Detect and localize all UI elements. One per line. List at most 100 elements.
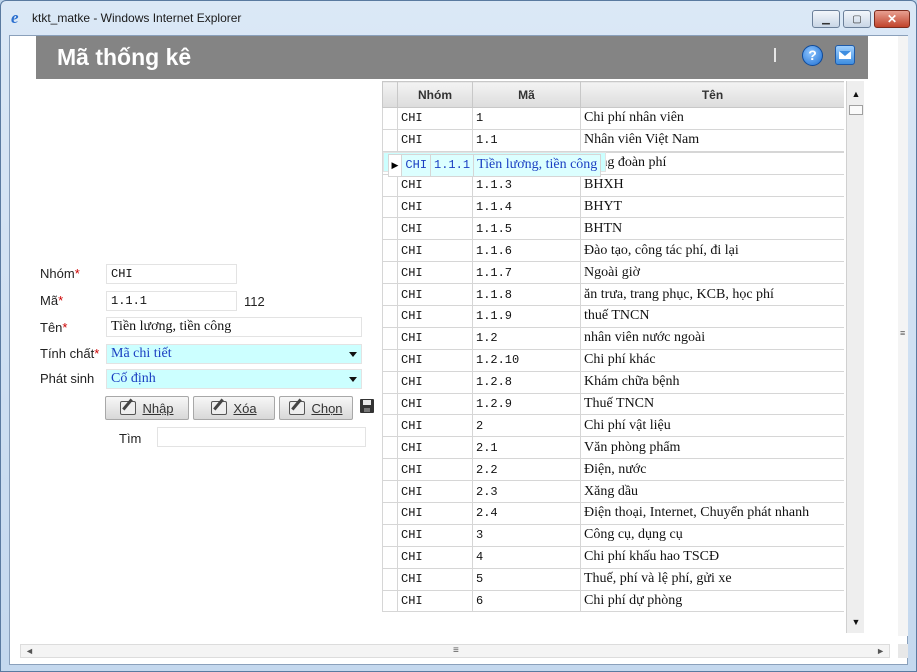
scroll-right-icon[interactable]: ►	[876, 646, 885, 656]
table-row[interactable]: CHI 1.1.7 Ngoài giờ	[382, 261, 844, 285]
nhap-button[interactable]: Nhập	[105, 396, 189, 420]
cell-ten[interactable]: ăn trưa, trang phục, KCB, học phí	[580, 283, 844, 307]
cell-ma[interactable]: 1.1.9	[472, 305, 581, 328]
table-row[interactable]: CHI 1.2.8 Khám chữa bệnh	[382, 370, 844, 394]
table-row[interactable]: CHI 2 Chi phí vật liệu	[382, 414, 844, 438]
cell-nhom[interactable]: CHI	[401, 153, 432, 177]
cell-ma[interactable]: 1.1.1	[430, 153, 475, 177]
table-row[interactable]: CHI 1.1.6 Đào tạo, công tác phí, đi lại	[382, 239, 844, 263]
cell-nhom[interactable]: CHI	[397, 107, 473, 130]
phat-sinh-select[interactable]: Cố định	[106, 369, 362, 389]
cell-nhom[interactable]: CHI	[397, 502, 473, 525]
cell-nhom[interactable]: CHI	[397, 436, 473, 460]
save-icon[interactable]	[360, 399, 374, 413]
cell-nhom[interactable]: CHI	[397, 326, 473, 350]
maximize-button[interactable]: ▢	[843, 10, 871, 28]
cell-ten[interactable]: Tiền lương, tiền công	[473, 153, 602, 177]
cell-ten[interactable]: Ngoài giờ	[580, 261, 844, 285]
cell-ten[interactable]: Xăng dầu	[580, 480, 844, 504]
cell-ma[interactable]: 2.1	[472, 436, 581, 460]
cell-ma[interactable]: 1.2.9	[472, 392, 581, 416]
cell-ten[interactable]: Thuế, phí và lệ phí, gửi xe	[580, 567, 844, 591]
table-row[interactable]: CHI 2.3 Xăng dầu	[382, 480, 844, 504]
table-row[interactable]: CHI 1.2.9 Thuế TNCN	[382, 392, 844, 416]
cell-ten[interactable]: Công cụ, dụng cụ	[580, 523, 844, 547]
tinh-chat-select[interactable]: Mã chi tiết	[106, 344, 362, 364]
cell-ma[interactable]: 1.2	[472, 326, 581, 350]
cell-ten[interactable]: Điện thoại, Internet, Chuyển phát nhanh	[580, 502, 844, 525]
cell-ten[interactable]: Khám chữa bệnh	[580, 370, 844, 394]
ma-field[interactable]: 1.1.1	[106, 291, 237, 311]
column-header-ma[interactable]: Mã	[472, 81, 581, 108]
cell-ma[interactable]: 1.1.3	[472, 173, 581, 197]
cell-ten[interactable]: Thuế TNCN	[580, 392, 844, 416]
table-row[interactable]: CHI 2.1 Văn phòng phẩm	[382, 436, 844, 460]
cell-ten[interactable]: thuế TNCN	[580, 305, 844, 328]
cell-ma[interactable]: 2.3	[472, 480, 581, 504]
cell-ma[interactable]: 3	[472, 523, 581, 547]
table-row[interactable]: CHI 1.1.3 BHXH	[382, 173, 844, 197]
cell-ma[interactable]: 1.1.8	[472, 283, 581, 307]
table-row[interactable]: CHI 1.1 Nhân viên Việt Nam	[382, 128, 844, 152]
column-header-ten[interactable]: Tên	[580, 81, 844, 108]
cell-ma[interactable]: 1.1.6	[472, 239, 581, 263]
cell-nhom[interactable]: CHI	[397, 283, 473, 307]
cell-ma[interactable]: 1.1.7	[472, 261, 581, 285]
table-row[interactable]: CHI 2.2 Điện, nước	[382, 458, 844, 482]
cell-nhom[interactable]: CHI	[397, 545, 473, 569]
cell-ten[interactable]: BHYT	[580, 195, 844, 219]
ten-field[interactable]: Tiền lương, tiền công	[106, 317, 362, 337]
cell-nhom[interactable]: CHI	[397, 523, 473, 547]
cell-ma[interactable]: 5	[472, 567, 581, 591]
cell-nhom[interactable]: CHI	[397, 567, 473, 591]
cell-nhom[interactable]: CHI	[397, 392, 473, 416]
scroll-thumb[interactable]	[849, 105, 863, 115]
cell-ten[interactable]: nhân viên nước ngoài	[580, 326, 844, 350]
scroll-up-icon[interactable]: ▲	[847, 85, 865, 103]
table-row[interactable]: CHI 5 Thuế, phí và lệ phí, gửi xe	[382, 567, 844, 591]
cell-ten[interactable]: BHTN	[580, 217, 844, 241]
table-row[interactable]: CHI 1.1.9 thuế TNCN	[382, 305, 844, 328]
browser-vertical-scrollbar[interactable]: ≡	[898, 36, 908, 636]
cell-nhom[interactable]: CHI	[397, 348, 473, 372]
table-row[interactable]: ▶ CHI 1.1.1 Tiền lương, tiền công	[382, 151, 607, 177]
browser-horizontal-scrollbar[interactable]: ◄ ≡ ►	[20, 644, 890, 658]
cell-nhom[interactable]: CHI	[397, 217, 473, 241]
cell-nhom[interactable]: CHI	[397, 305, 473, 328]
cell-ma[interactable]: 2	[472, 414, 581, 438]
cell-ten[interactable]: Chi phí khác	[580, 348, 844, 372]
table-row[interactable]: CHI 1.2 nhân viên nước ngoài	[382, 326, 844, 350]
cell-nhom[interactable]: CHI	[397, 261, 473, 285]
cell-ten[interactable]: Nhân viên Việt Nam	[580, 128, 844, 152]
cell-ma[interactable]: 1.2.10	[472, 348, 581, 372]
cell-ma[interactable]: 1.1.4	[472, 195, 581, 219]
cell-ma[interactable]: 1.2.8	[472, 370, 581, 394]
table-row[interactable]: CHI 2.4 Điện thoại, Internet, Chuyển phát …	[382, 502, 844, 525]
cell-ma[interactable]: 1.1.5	[472, 217, 581, 241]
table-row[interactable]: CHI 1.1.4 BHYT	[382, 195, 844, 219]
cell-ma[interactable]: 2.4	[472, 502, 581, 525]
cell-ten[interactable]: Chi phí vật liệu	[580, 414, 844, 438]
column-header-nhom[interactable]: Nhóm	[397, 81, 473, 108]
table-row[interactable]: CHI 1 Chi phí nhân viên	[382, 107, 844, 130]
cell-ma[interactable]: 1.1	[472, 128, 581, 152]
table-row[interactable]: CHI 3 Công cụ, dụng cụ	[382, 523, 844, 547]
cell-nhom[interactable]: CHI	[397, 458, 473, 482]
scroll-down-icon[interactable]: ▼	[847, 613, 865, 631]
cell-ten[interactable]: Văn phòng phẩm	[580, 436, 844, 460]
cell-ten[interactable]: Chi phí nhân viên	[580, 107, 844, 130]
cell-ten[interactable]: Đào tạo, công tác phí, đi lại	[580, 239, 844, 263]
cell-ten[interactable]: Công đoàn phí	[580, 151, 844, 175]
cell-ten[interactable]: Chi phí khấu hao TSCĐ	[580, 545, 844, 569]
table-row[interactable]: CHI 4 Chi phí khấu hao TSCĐ	[382, 545, 844, 569]
table-row[interactable]: CHI 1.1.8 ăn trưa, trang phục, KCB, học ph…	[382, 283, 844, 307]
cell-nhom[interactable]: CHI	[397, 370, 473, 394]
cell-ma[interactable]: 4	[472, 545, 581, 569]
cell-ten[interactable]: Chi phí dự phòng	[580, 589, 844, 613]
search-input[interactable]	[157, 427, 366, 447]
cell-ten[interactable]: BHXH	[580, 173, 844, 197]
table-row[interactable]: CHI 1.2.10 Chi phí khác	[382, 348, 844, 372]
xoa-button[interactable]: Xóa	[193, 396, 275, 420]
cell-nhom[interactable]: CHI	[397, 195, 473, 219]
mail-icon[interactable]	[835, 45, 855, 65]
